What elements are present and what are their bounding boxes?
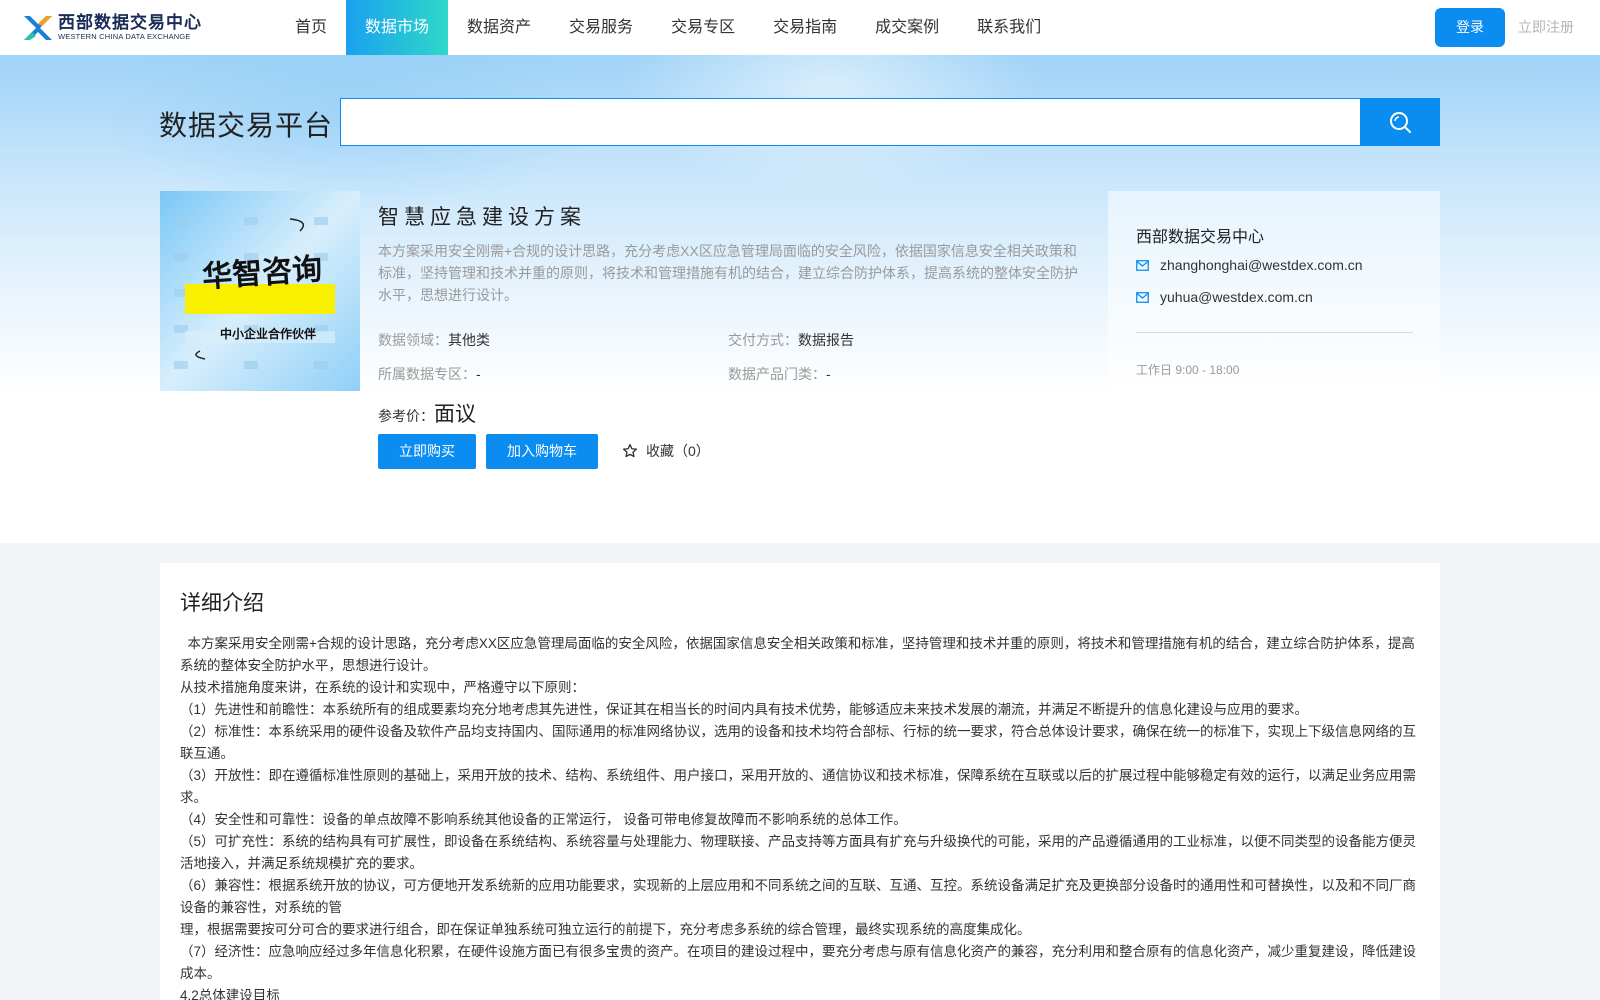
nav-trade-guide[interactable]: 交易指南 [754, 0, 856, 55]
contact-divider [1136, 332, 1413, 333]
detail-paragraph: （1）先进性和前瞻性：本系统所有的组成要素均充分地考虑其先进性，保证其在相当长的… [180, 702, 1309, 717]
logo-en-text: WESTERN CHINA DATA EXCHANGE [58, 32, 191, 41]
price-label: 参考价： [378, 408, 434, 424]
detail-paragraph: 本方案采用安全刚需+合规的设计思路，充分考虑XX区应急管理局面临的安全风险，依据… [180, 636, 1415, 673]
add-to-cart-button[interactable]: 加入购物车 [486, 434, 598, 469]
detail-card: 详细介绍 本方案采用安全刚需+合规的设计思路，充分考虑XX区应急管理局面临的安全… [160, 563, 1440, 1000]
detail-paragraph: （7）经济性：应急响应经过多年信息化积累，在硬件设施方面已有很多宝贵的资产。在项… [180, 944, 1417, 981]
detail-paragraph: （5）可扩充性：系统的结构具有可扩展性，即设备在系统结构、系统容量与处理能力、物… [180, 834, 1417, 871]
nav-trade-zone[interactable]: 交易专区 [652, 0, 754, 55]
top-navbar: 西部数据交易中心 WESTERN CHINA DATA EXCHANGE 首页 … [0, 0, 1600, 55]
detail-paragraph: （2）标准性：本系统采用的硬件设备及软件产品均支持国内、国际通用的标准网络协议，… [180, 724, 1417, 761]
meta-domain-label: 数据领域： [378, 332, 448, 348]
product-image: 华智咨询 中小企业合作伙伴 [160, 191, 360, 391]
contact-email-1-text: zhanghonghai@westdex.com.cn [1160, 257, 1363, 273]
product-description: 本方案采用安全刚需+合规的设计思路，充分考虑XX区应急管理局面临的安全风险，依据… [378, 243, 1078, 303]
detail-body: 本方案采用安全刚需+合规的设计思路，充分考虑XX区应急管理局面临的安全风险，依据… [180, 633, 1422, 1000]
logo-icon [24, 16, 52, 40]
platform-title: 数据交易平台 [159, 110, 334, 141]
detail-paragraph: 理，根据需要按可分可合的要求进行组合，即在保证单独系统可独立运行的前提下，充分考… [180, 922, 1031, 937]
nav-cases[interactable]: 成交案例 [856, 0, 958, 55]
nav-contact[interactable]: 联系我们 [958, 0, 1060, 55]
contact-email-2[interactable]: yuhua@westdex.com.cn [1136, 289, 1313, 305]
price-value: 面议 [434, 403, 476, 426]
search-input[interactable] [340, 98, 1361, 146]
contact-title: 西部数据交易中心 [1136, 229, 1265, 246]
price: 参考价：面议 [378, 398, 476, 428]
search-button[interactable] [1360, 98, 1440, 146]
product-image-caption: 华智咨询 [201, 251, 324, 296]
detail-paragraph: （3）开放性：即在遵循标准性原则的基础上，采用开放的技术、结构、系统组件、用户接… [180, 768, 1417, 805]
meta-zone: 所属数据专区：- [378, 364, 481, 384]
meta-delivery-value: 数据报告 [798, 332, 854, 348]
detail-paragraph: 4.2总体建设目标 [180, 988, 280, 1000]
meta-domain-value: 其他类 [448, 332, 490, 348]
nav-data-assets[interactable]: 数据资产 [448, 0, 550, 55]
contact-email-2-text: yuhua@westdex.com.cn [1160, 289, 1313, 305]
meta-delivery: 交付方式：数据报告 [728, 330, 854, 350]
detail-paragraph: 从技术措施角度来讲，在系统的设计和实现中，严格遵守以下原则： [180, 680, 585, 695]
site-logo[interactable]: 西部数据交易中心 WESTERN CHINA DATA EXCHANGE [22, 12, 202, 44]
nav-trade-services[interactable]: 交易服务 [550, 0, 652, 55]
contact-card: 西部数据交易中心 zhanghonghai@westdex.com.cn yuh… [1108, 191, 1440, 391]
meta-delivery-label: 交付方式： [728, 332, 798, 348]
star-icon [623, 444, 637, 458]
nav-home[interactable]: 首页 [276, 0, 346, 55]
work-hours: 工作日 9:00 - 18:00 [1136, 363, 1240, 377]
meta-domain: 数据领域：其他类 [378, 330, 490, 350]
meta-zone-label: 所属数据专区： [378, 366, 476, 382]
nav-data-market[interactable]: 数据市场 [346, 0, 449, 55]
meta-category-value: - [826, 366, 831, 382]
meta-zone-value: - [476, 366, 481, 382]
meta-category-label: 数据产品门类： [728, 366, 826, 382]
buy-now-button[interactable]: 立即购买 [378, 434, 476, 469]
mail-icon [1136, 291, 1149, 303]
detail-paragraph: （4）安全性和可靠性：设备的单点故障不影响系统其他设备的正常运行， 设备可带电修… [180, 812, 907, 827]
meta-category: 数据产品门类：- [728, 364, 831, 384]
main-nav: 首页 数据市场 数据资产 交易服务 交易专区 交易指南 成交案例 联系我们 [276, 0, 1060, 55]
product-image-subcaption: 中小企业合作伙伴 [220, 327, 317, 341]
product-name: 智慧应急建设方案 [378, 206, 586, 229]
logo-cn-text: 西部数据交易中心 [58, 13, 202, 32]
register-link[interactable]: 立即注册 [1518, 0, 1574, 55]
detail-paragraph: （6）兼容性：根据系统开放的协议，可方便地开发系统新的应用功能要求，实现新的上层… [180, 878, 1417, 915]
mail-icon [1136, 259, 1149, 271]
login-button[interactable]: 登录 [1435, 8, 1505, 47]
contact-email-1[interactable]: zhanghonghai@westdex.com.cn [1136, 257, 1363, 273]
favorite-label: 收藏（0） [646, 443, 710, 459]
detail-title: 详细介绍 [180, 592, 264, 615]
search-icon [1390, 112, 1411, 133]
favorite-button[interactable]: 收藏（0） [622, 441, 710, 461]
